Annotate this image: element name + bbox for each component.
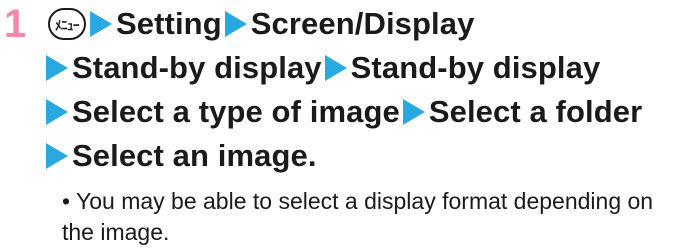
right-arrow-icon (90, 11, 112, 37)
step-number: 1 (4, 2, 27, 46)
instruction-line-1: ﾒﾆｭｰ Setting Screen/Display (46, 2, 692, 46)
instruction-line-2: Stand-by display Stand-by display (46, 46, 692, 90)
right-arrow-icon (324, 55, 347, 81)
menu-item-select-folder: Select a folder (428, 94, 643, 129)
menu-item-standby-display-2: Stand-by display (350, 50, 601, 85)
right-arrow-icon (46, 99, 68, 125)
menu-item-select-type: Select a type of image (72, 94, 400, 129)
note-text: You may be able to select a display form… (62, 188, 654, 245)
right-arrow-icon (224, 11, 247, 37)
note: • You may be able to select a display for… (62, 186, 682, 248)
note-bullet: • (62, 188, 71, 214)
menu-item-standby-display: Stand-by display (72, 50, 322, 85)
instruction-line-4: Select an image. (46, 134, 692, 178)
right-arrow-icon (46, 55, 68, 81)
menu-item-setting: Setting (116, 6, 222, 41)
instruction-line-3: Select a type of image Select a folder (46, 90, 692, 134)
right-arrow-icon (46, 143, 68, 169)
right-arrow-icon (402, 99, 425, 125)
menu-item-screen-display: Screen/Display (250, 6, 475, 41)
menu-item-select-image: Select an image. (72, 138, 317, 173)
menu-key-icon: ﾒﾆｭｰ (48, 8, 86, 40)
step-instructions: ﾒﾆｭｰ Setting Screen/Display Stand-by dis… (46, 2, 692, 178)
